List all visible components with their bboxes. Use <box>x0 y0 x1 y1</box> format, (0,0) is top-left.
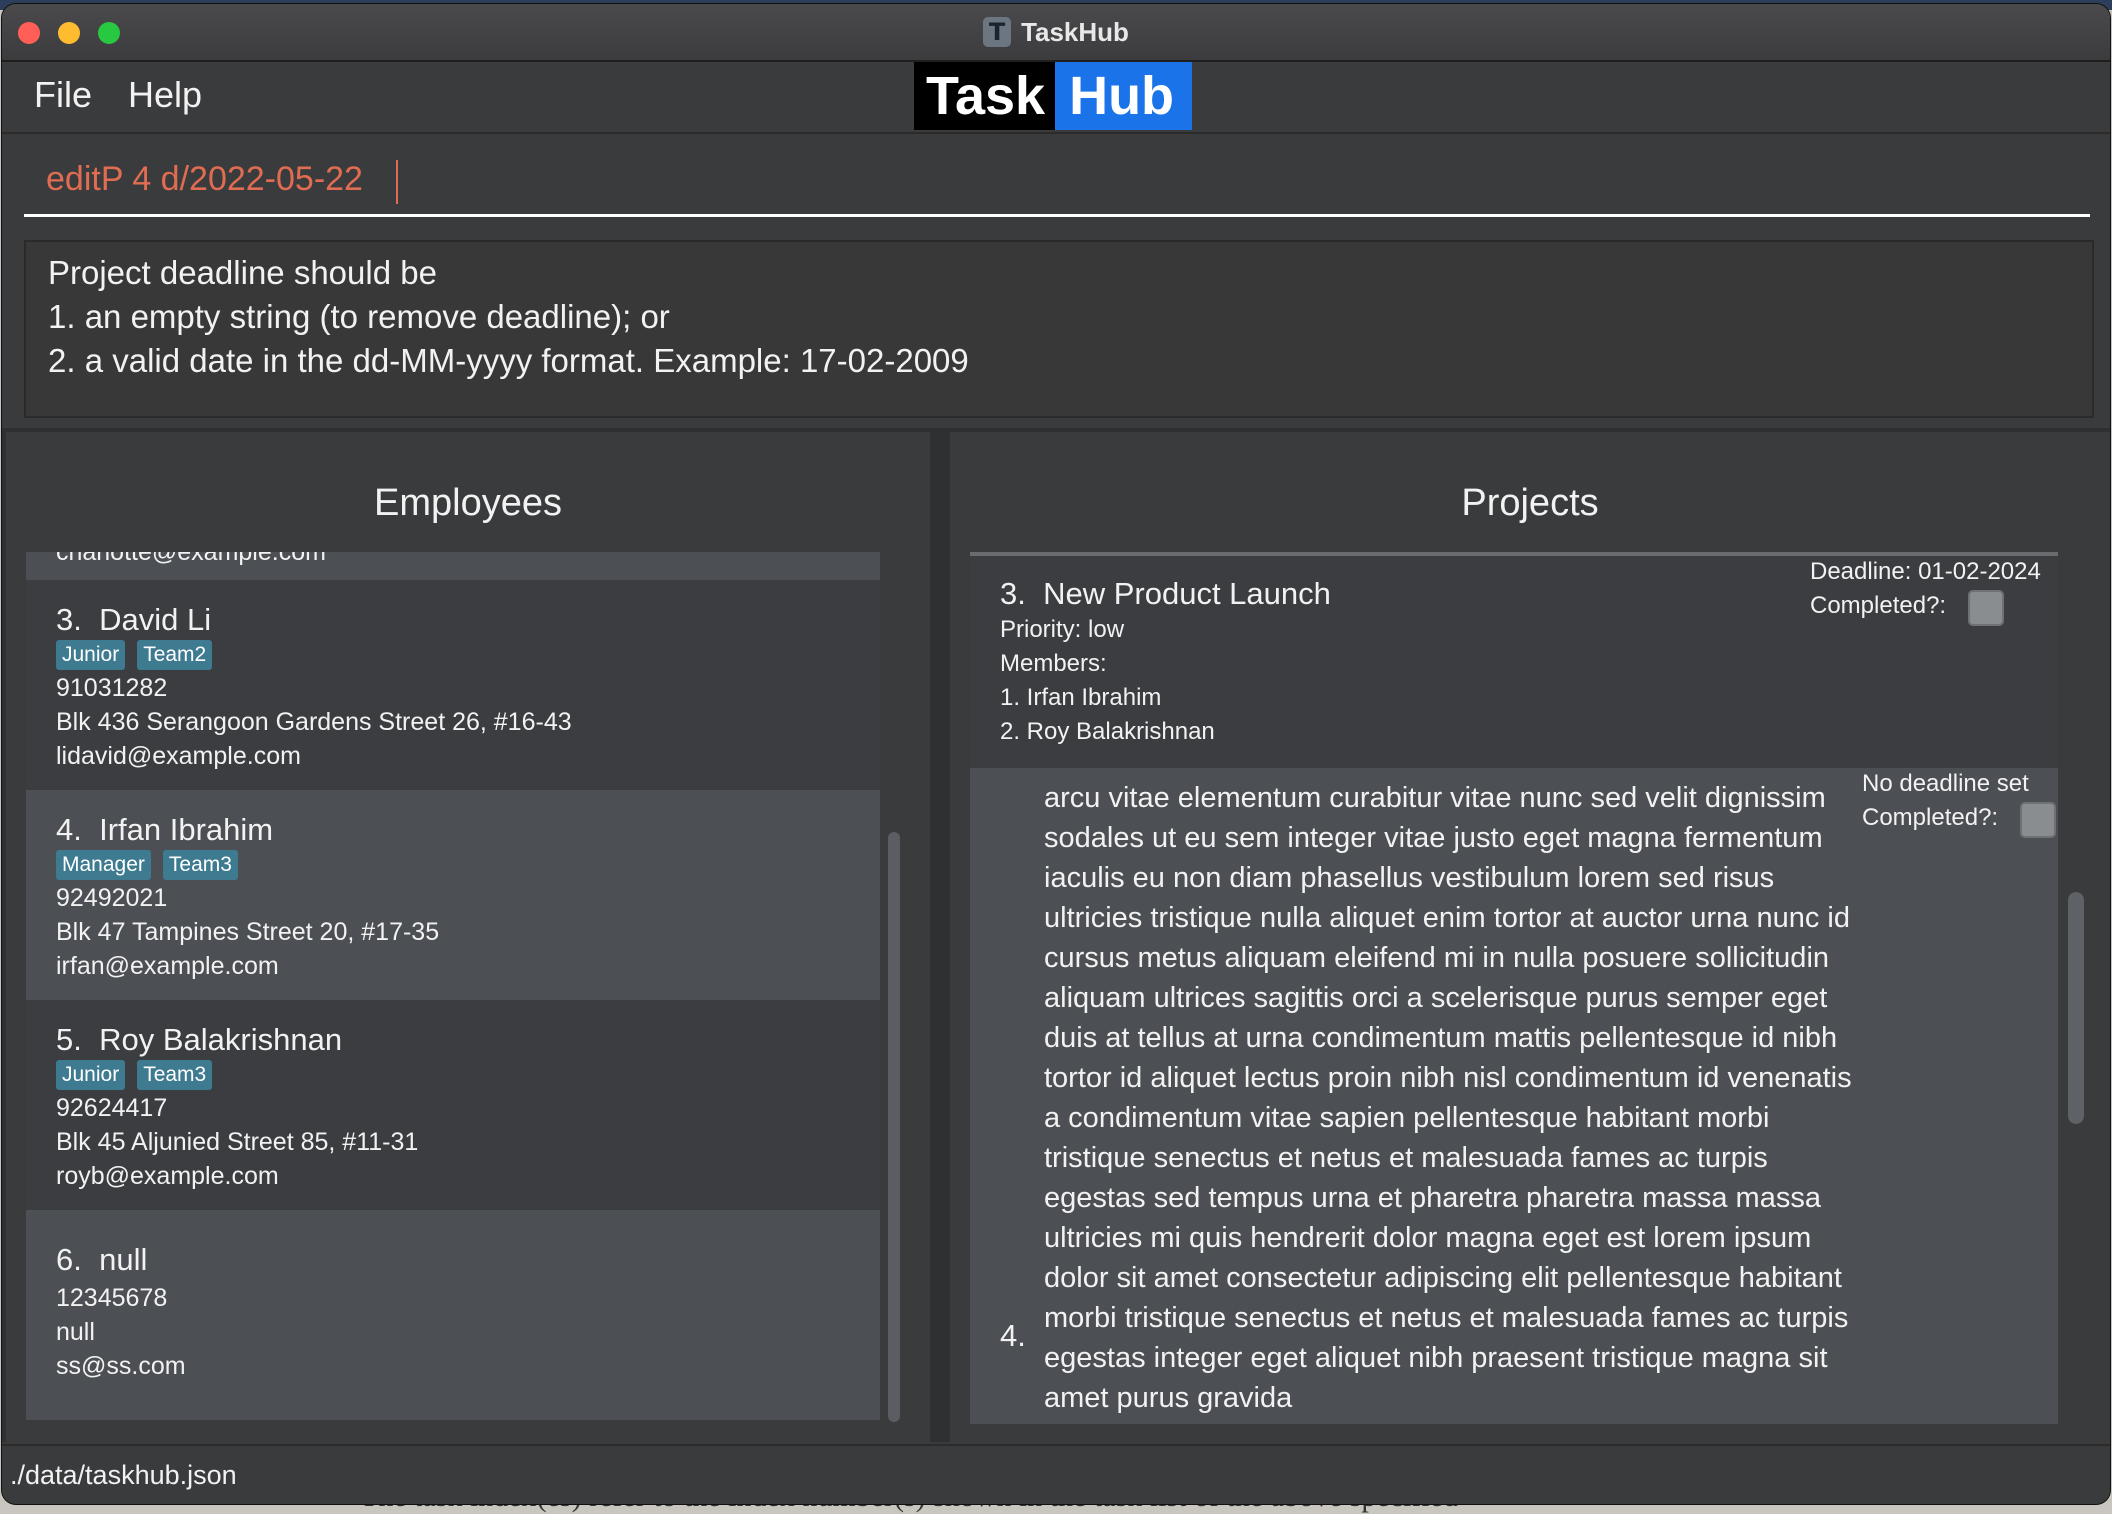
employee-address: null <box>56 1318 95 1346</box>
taskhub-logo: Task Hub <box>914 62 1193 130</box>
employee-name: 4. Irfan Ibrahim <box>56 812 274 847</box>
tag-badge: Junior <box>56 1060 126 1090</box>
completed-checkbox[interactable] <box>2020 802 2056 838</box>
result-line: 2. a valid date in the dd-MM-yyyy format… <box>48 342 969 379</box>
employee-address: Blk 47 Tampines Street 20, #17-35 <box>56 918 440 946</box>
member-item: 2. Roy Balakrishnan <box>1000 718 1215 745</box>
employees-panel: Employees charlotte@example.com 3. David… <box>6 432 930 1444</box>
employee-email: royb@example.com <box>56 1162 279 1190</box>
project-name: 3. New Product Launch <box>1000 576 1331 611</box>
logo-task-text: Task <box>914 62 1056 130</box>
employee-phone: 92492021 <box>56 884 168 912</box>
menu-help[interactable]: Help <box>128 74 202 116</box>
employee-name: 6. null <box>56 1242 148 1277</box>
completed-label: Completed?: <box>1810 592 1947 619</box>
employee-phone: 92624417 <box>56 1094 168 1122</box>
tag-badge: Team3 <box>162 850 238 880</box>
employee-email: lidavid@example.com <box>56 742 301 770</box>
employee-card[interactable]: 3. David Li Junior Team2 91031282 Blk 43… <box>26 580 880 790</box>
project-card[interactable]: 4. arcu vitae elementum curabitur vitae … <box>970 768 2058 1424</box>
result-line: 1. an empty string (to remove deadline);… <box>48 298 670 335</box>
employee-phone: 12345678 <box>56 1284 168 1312</box>
status-bar: ./data/taskhub.json <box>2 1444 2110 1504</box>
project-description: arcu vitae elementum curabitur vitae nun… <box>1044 782 1852 1414</box>
data-file-path: ./data/taskhub.json <box>10 1460 237 1490</box>
title-bar[interactable]: T TaskHub <box>2 4 2110 62</box>
projects-panel: Projects 3. New Product Launch Priority:… <box>950 432 2110 1444</box>
employee-tags: Manager Team3 <box>56 850 238 880</box>
scrollbar-thumb[interactable] <box>888 832 900 1422</box>
text-caret <box>396 160 398 204</box>
employee-phone: 91031282 <box>56 674 168 702</box>
employee-tags: Junior Team2 <box>56 640 213 670</box>
employee-address: Blk 45 Aljunied Street 85, #11-31 <box>56 1128 419 1156</box>
employee-address: Blk 436 Serangoon Gardens Street 26, #16… <box>56 708 572 736</box>
employee-email: ss@ss.com <box>56 1352 186 1380</box>
taskhub-app-icon: T <box>983 17 1012 47</box>
project-priority: Priority: low <box>1000 616 1125 643</box>
window-title: TaskHub <box>1021 16 1129 47</box>
tag-badge: Team3 <box>137 1060 213 1090</box>
project-list[interactable]: 3. New Product Launch Priority: low Memb… <box>970 552 2058 1424</box>
completed-label: Completed?: <box>1862 804 1999 831</box>
members-label: Members: <box>1000 650 1107 677</box>
employees-title: Employees <box>374 482 562 524</box>
completed-checkbox[interactable] <box>1968 590 2004 626</box>
employee-name: 3. David Li <box>56 602 212 637</box>
tag-badge: Team2 <box>137 640 213 670</box>
list-item[interactable]: charlotte@example.com <box>26 552 880 580</box>
tag-badge: Manager <box>56 850 151 880</box>
taskhub-window: T TaskHub File Help Task Hub Project dea… <box>2 4 2110 1504</box>
logo-hub-text: Hub <box>1055 62 1193 130</box>
project-list-scrollbar[interactable] <box>2068 892 2084 1124</box>
employee-tags: Junior Team3 <box>56 1060 213 1090</box>
employee-email: irfan@example.com <box>56 952 279 980</box>
employee-email: charlotte@example.com <box>56 552 326 566</box>
project-deadline: Deadline: 01-02-2024 <box>1810 558 2041 585</box>
project-card[interactable]: 3. New Product Launch Priority: low Memb… <box>970 556 2058 768</box>
project-deadline: No deadline set <box>1862 770 2029 797</box>
employee-card[interactable]: 5. Roy Balakrishnan Junior Team3 9262441… <box>26 1000 880 1210</box>
employee-name: 5. Roy Balakrishnan <box>56 1022 343 1057</box>
command-box <box>24 144 2090 217</box>
project-index: 4. <box>1000 1318 1026 1353</box>
employee-list-scrollbar[interactable] <box>888 832 900 1422</box>
member-item: 1. Irfan Ibrahim <box>1000 684 1162 711</box>
command-input[interactable] <box>46 144 2046 214</box>
result-line: Project deadline should be <box>48 254 437 291</box>
employee-card[interactable]: 4. Irfan Ibrahim Manager Team3 92492021 … <box>26 790 880 1000</box>
employee-list[interactable]: charlotte@example.com 3. David Li Junior… <box>26 552 880 1420</box>
employee-card[interactable]: 6. null 12345678 null ss@ss.com <box>26 1210 880 1420</box>
result-display: Project deadline should be 1. an empty s… <box>24 240 2094 418</box>
tag-badge: Junior <box>56 640 126 670</box>
menu-file[interactable]: File <box>34 74 92 116</box>
projects-title: Projects <box>1461 482 1599 524</box>
